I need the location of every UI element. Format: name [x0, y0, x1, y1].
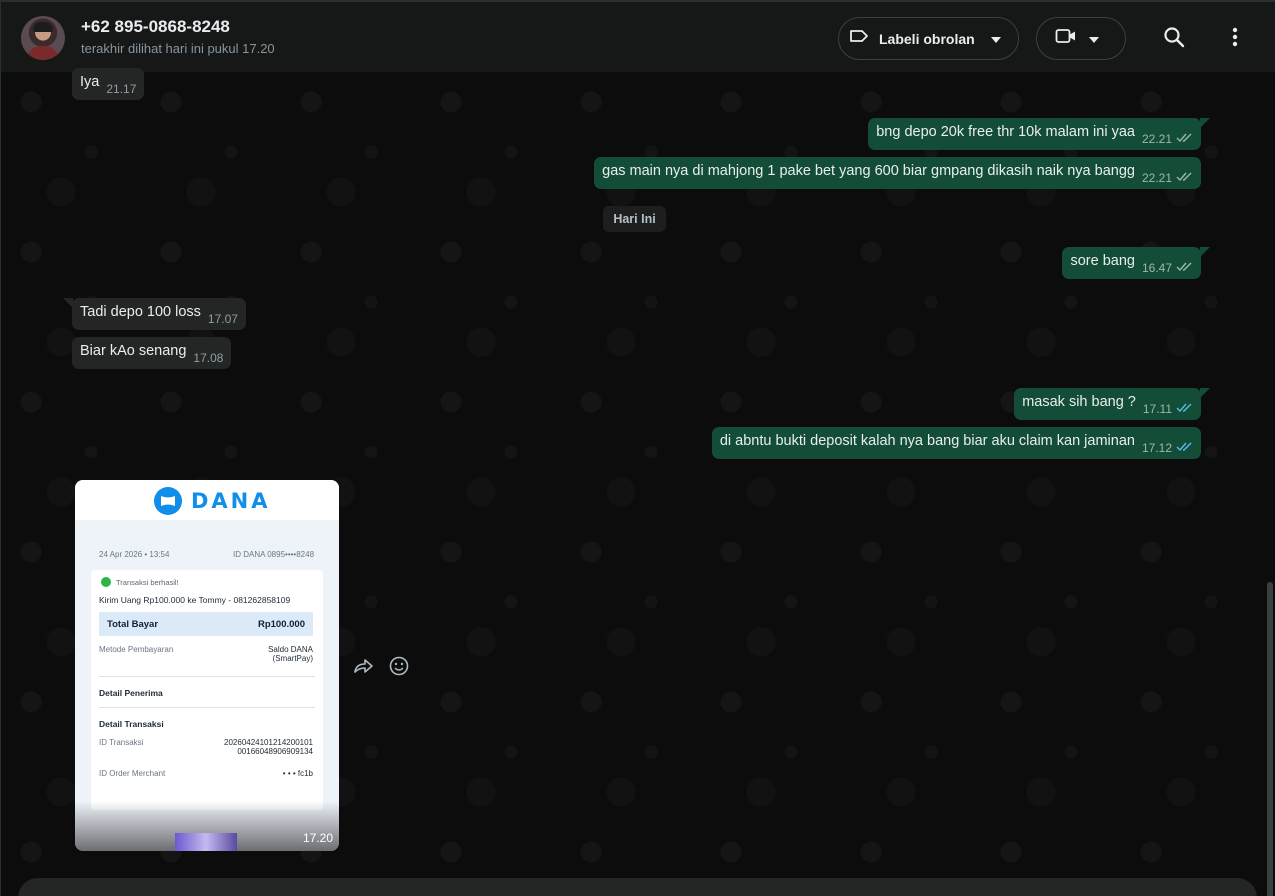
receipt-recipient-section: Detail Penerima: [99, 688, 163, 698]
label-chat-label: Labeli obrolan: [879, 30, 975, 47]
more-vert-icon: [1232, 27, 1238, 52]
message-time: 16.47: [1141, 261, 1172, 275]
receipt-card: Transaksi berhasil! Kirim Uang Rp100.000…: [91, 570, 323, 810]
message-text: sore bang: [1070, 253, 1135, 269]
message-outgoing[interactable]: sore bang 16.47: [1062, 247, 1201, 279]
double-check-icon: [1176, 260, 1193, 276]
chat-scrollbar[interactable]: [1267, 582, 1273, 896]
message-time: 21.17: [106, 82, 137, 96]
chat-area[interactable]: Iya 21.17 bng depo 20k free thr 10k mala…: [1, 68, 1275, 896]
message-outgoing[interactable]: di abntu bukti deposit kalah nya bang bi…: [711, 427, 1201, 459]
video-call-icon: [1055, 28, 1077, 49]
message-outgoing[interactable]: bng depo 20k free thr 10k malam ini yaa …: [868, 118, 1201, 150]
double-check-icon: [1176, 131, 1193, 147]
receipt-trx-id-value: 20260424101214200101 00166048906909134: [224, 738, 313, 756]
double-check-icon: [1176, 170, 1193, 186]
double-check-read-icon: [1176, 401, 1193, 417]
receipt-order-value: • • • fc1b: [282, 769, 313, 778]
dana-logo: DANA: [153, 486, 271, 516]
receipt-total: Total Bayar Rp100.000: [99, 612, 313, 636]
image-message[interactable]: DANA 24 Apr 2026 • 13:54 ID DANA 0895•••…: [75, 480, 339, 851]
receipt-status: Transaksi berhasil!: [101, 577, 179, 587]
bubble-tail: [1200, 247, 1210, 257]
message-time: 17.08: [193, 351, 224, 365]
receipt-title: Kirim Uang Rp100.000 ke Tommy - 08126285…: [99, 595, 291, 605]
message-text: Tadi depo 100 loss: [80, 304, 201, 320]
receipt-method-value: Saldo DANA (SmartPay): [268, 645, 313, 663]
message-outgoing[interactable]: gas main nya di mahjong 1 pake bet yang …: [594, 157, 1201, 189]
emoji-reaction-icon[interactable]: [388, 655, 410, 677]
double-check-read-icon: [1176, 440, 1193, 456]
message-time: 22.21: [1141, 132, 1172, 146]
message-text: Iya: [80, 74, 100, 90]
receipt-method-label: Metode Pembayaran: [99, 645, 174, 654]
message-time: 17.12: [1141, 441, 1172, 455]
receipt-thumbnail-strip: [175, 833, 237, 851]
message-time: 22.21: [1141, 171, 1172, 185]
message-time: 17.07: [207, 312, 238, 326]
bubble-tail: [63, 298, 73, 308]
message-time: 17.20: [302, 831, 333, 845]
message-incoming[interactable]: Biar kAo senang 17.08: [72, 337, 232, 369]
tag-icon: [849, 28, 869, 49]
contact-name[interactable]: +62 895-0868-8248: [81, 17, 230, 37]
chevron-down-icon: [1089, 30, 1099, 48]
message-text: masak sih bang ?: [1022, 394, 1136, 410]
last-seen-status: terakhir dilihat hari ini pukul 17.20: [81, 41, 275, 56]
receipt-date: 24 Apr 2026 • 13:54: [99, 550, 170, 559]
bubble-tail: [1200, 388, 1210, 398]
forward-icon[interactable]: [352, 655, 374, 677]
receipt-trx-id-label: ID Transaksi: [99, 738, 144, 747]
search-icon: [1163, 26, 1185, 53]
receipt-transaction-section: Detail Transaksi: [99, 719, 164, 729]
video-call-button[interactable]: [1036, 17, 1126, 60]
message-text: bng depo 20k free thr 10k malam ini yaa: [876, 124, 1135, 140]
message-composer[interactable]: [18, 878, 1257, 896]
contact-avatar[interactable]: [21, 16, 65, 60]
message-time: 17.11: [1142, 402, 1172, 416]
check-circle-icon: [101, 577, 111, 587]
message-text: gas main nya di mahjong 1 pake bet yang …: [602, 163, 1135, 179]
bubble-tail: [1200, 118, 1210, 128]
message-incoming[interactable]: Iya 21.17: [72, 68, 145, 100]
day-divider: Hari Ini: [603, 206, 666, 232]
message-text: di abntu bukti deposit kalah nya bang bi…: [719, 433, 1135, 449]
chat-header: +62 895-0868-8248 terakhir dilihat hari …: [1, 2, 1275, 72]
menu-button[interactable]: [1222, 26, 1248, 52]
search-button[interactable]: [1161, 26, 1187, 52]
message-incoming[interactable]: Tadi depo 100 loss 17.07: [72, 298, 246, 330]
chevron-down-icon: [990, 30, 1001, 48]
message-outgoing[interactable]: masak sih bang ? 17.11: [1014, 388, 1201, 420]
label-chat-button[interactable]: Labeli obrolan: [838, 17, 1019, 60]
dana-receipt-image: DANA 24 Apr 2026 • 13:54 ID DANA 0895•••…: [75, 480, 339, 851]
receipt-order-label: ID Order Merchant: [99, 769, 166, 778]
receipt-account-id: ID DANA 0895••••8248: [233, 550, 315, 559]
message-text: Biar kAo senang: [80, 343, 187, 359]
